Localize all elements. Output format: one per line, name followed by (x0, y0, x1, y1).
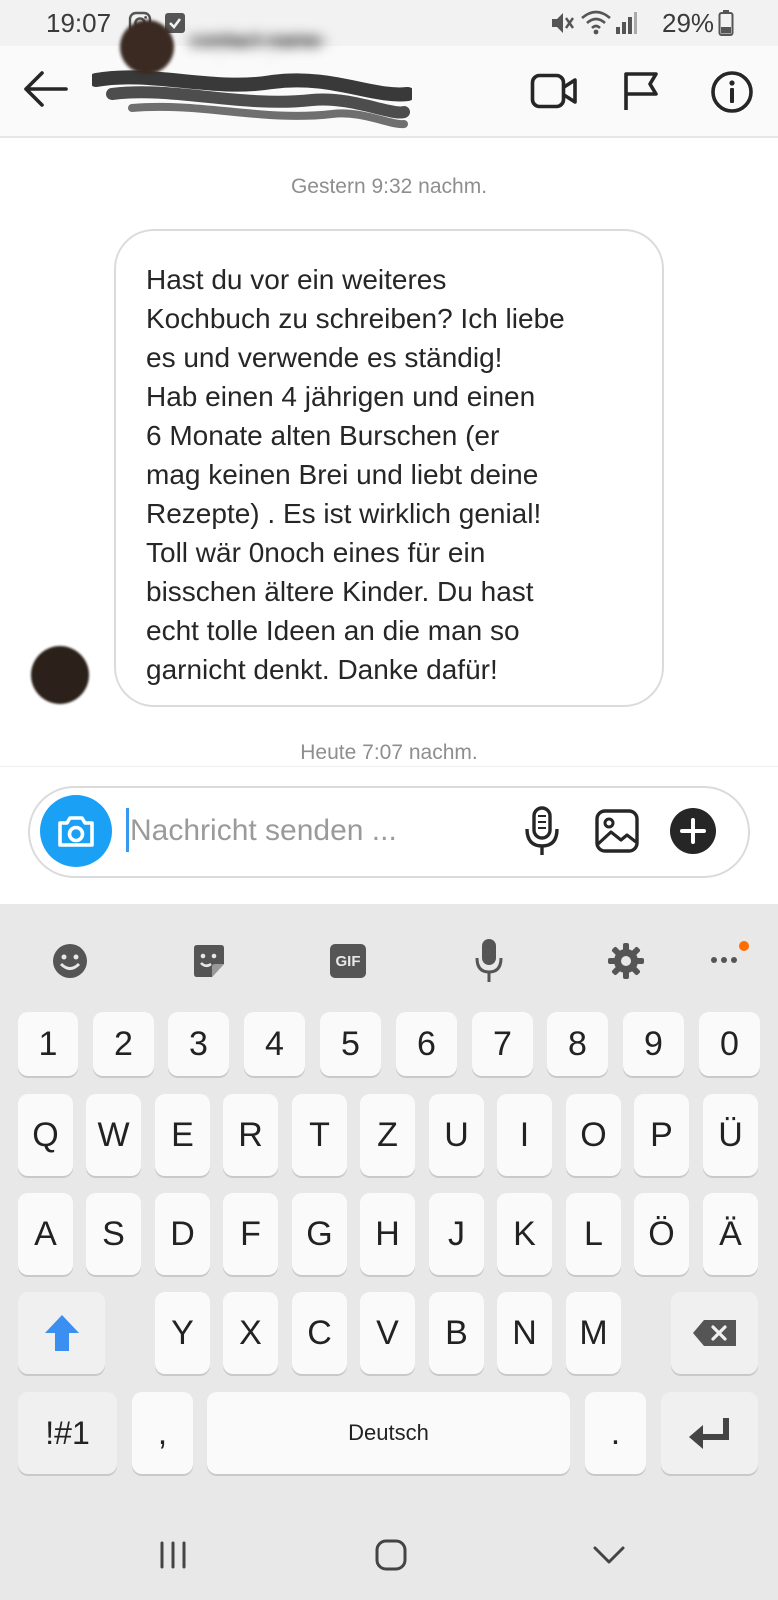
key-a[interactable]: A (18, 1193, 73, 1275)
key-4[interactable]: 4 (244, 1012, 305, 1076)
key-1[interactable]: 1 (18, 1012, 78, 1076)
key-l[interactable]: L (566, 1193, 621, 1275)
key-c[interactable]: C (292, 1292, 347, 1374)
space-key[interactable]: Deutsch (207, 1392, 570, 1474)
battery-icon (718, 10, 734, 36)
key-k[interactable]: K (497, 1193, 552, 1275)
key-h[interactable]: H (360, 1193, 415, 1275)
gif-button[interactable]: GIF (330, 944, 366, 978)
flag-icon[interactable] (621, 70, 661, 112)
camera-icon (58, 816, 94, 847)
contact-avatar[interactable] (120, 20, 174, 74)
info-icon[interactable] (710, 70, 754, 114)
key-p[interactable]: P (634, 1094, 689, 1176)
key-q[interactable]: Q (18, 1094, 73, 1176)
key-n[interactable]: N (497, 1292, 552, 1374)
key-d[interactable]: D (155, 1193, 210, 1275)
backspace-icon (692, 1320, 736, 1346)
back-arrow-icon[interactable] (22, 70, 68, 108)
key-m[interactable]: M (566, 1292, 621, 1374)
key-a-umlaut[interactable]: Ä (703, 1193, 758, 1275)
sender-avatar[interactable] (31, 646, 89, 704)
symbols-key[interactable]: !#1 (18, 1392, 117, 1474)
key-i[interactable]: I (497, 1094, 552, 1176)
key-f[interactable]: F (223, 1193, 278, 1275)
contact-name[interactable]: contact-name-redacted (190, 30, 410, 56)
wifi-icon (581, 10, 611, 35)
camera-button[interactable] (40, 795, 112, 867)
key-w[interactable]: W (86, 1094, 141, 1176)
key-r[interactable]: R (223, 1094, 278, 1176)
mute-icon (552, 13, 574, 33)
key-6[interactable]: 6 (396, 1012, 457, 1076)
enter-key[interactable] (661, 1392, 758, 1474)
gallery-icon[interactable] (594, 808, 640, 854)
video-call-icon[interactable] (530, 72, 578, 110)
key-7[interactable]: 7 (472, 1012, 533, 1076)
keyboard-mic-icon[interactable] (474, 938, 504, 984)
comma-key[interactable]: , (132, 1392, 193, 1474)
home-icon[interactable] (374, 1538, 408, 1572)
battery-percent: 29% (662, 8, 715, 38)
key-x[interactable]: X (223, 1292, 278, 1374)
message-text: Hast du vor ein weiteres Kochbuch zu sch… (146, 264, 565, 685)
more-options-icon[interactable] (708, 938, 754, 974)
received-message-bubble[interactable]: Hast du vor ein weiteres Kochbuch zu sch… (114, 229, 664, 707)
enter-return-icon (688, 1418, 729, 1449)
key-2[interactable]: 2 (93, 1012, 154, 1076)
add-plus-icon[interactable] (668, 806, 718, 856)
key-o[interactable]: O (566, 1094, 621, 1176)
message-timestamp-today: Heute 7:07 nachm. (300, 741, 478, 764)
key-z[interactable]: Z (360, 1094, 415, 1176)
signal-icon (616, 12, 637, 34)
text-cursor (126, 808, 129, 852)
key-s[interactable]: S (86, 1193, 141, 1275)
key-o-umlaut[interactable]: Ö (634, 1193, 689, 1275)
key-g[interactable]: G (292, 1193, 347, 1275)
sticker-icon[interactable] (190, 942, 228, 980)
key-j[interactable]: J (429, 1193, 484, 1275)
backspace-key[interactable] (671, 1292, 758, 1374)
message-input[interactable] (130, 808, 500, 854)
gif-label: GIF (335, 952, 361, 970)
message-timestamp: Gestern 9:32 nachm. (290, 175, 488, 198)
key-t[interactable]: T (292, 1094, 347, 1176)
hide-keyboard-chevron-icon[interactable] (592, 1544, 626, 1568)
shift-key[interactable] (18, 1292, 105, 1374)
key-0[interactable]: 0 (699, 1012, 760, 1076)
status-time: 19:07 (46, 8, 112, 38)
key-y[interactable]: Y (155, 1292, 210, 1374)
recent-apps-icon[interactable] (158, 1540, 188, 1570)
key-9[interactable]: 9 (623, 1012, 684, 1076)
key-b[interactable]: B (429, 1292, 484, 1374)
shift-arrow-icon (44, 1315, 79, 1351)
key-5[interactable]: 5 (320, 1012, 381, 1076)
emoji-icon[interactable] (51, 942, 89, 980)
microphone-icon[interactable] (522, 805, 562, 859)
key-3[interactable]: 3 (168, 1012, 229, 1076)
key-u[interactable]: U (429, 1094, 484, 1176)
key-u-umlaut[interactable]: Ü (703, 1094, 758, 1176)
key-v[interactable]: V (360, 1292, 415, 1374)
period-key[interactable]: . (585, 1392, 646, 1474)
key-8[interactable]: 8 (547, 1012, 608, 1076)
redacted-scribble (92, 70, 412, 129)
key-e[interactable]: E (155, 1094, 210, 1176)
settings-gear-icon[interactable] (607, 942, 645, 980)
